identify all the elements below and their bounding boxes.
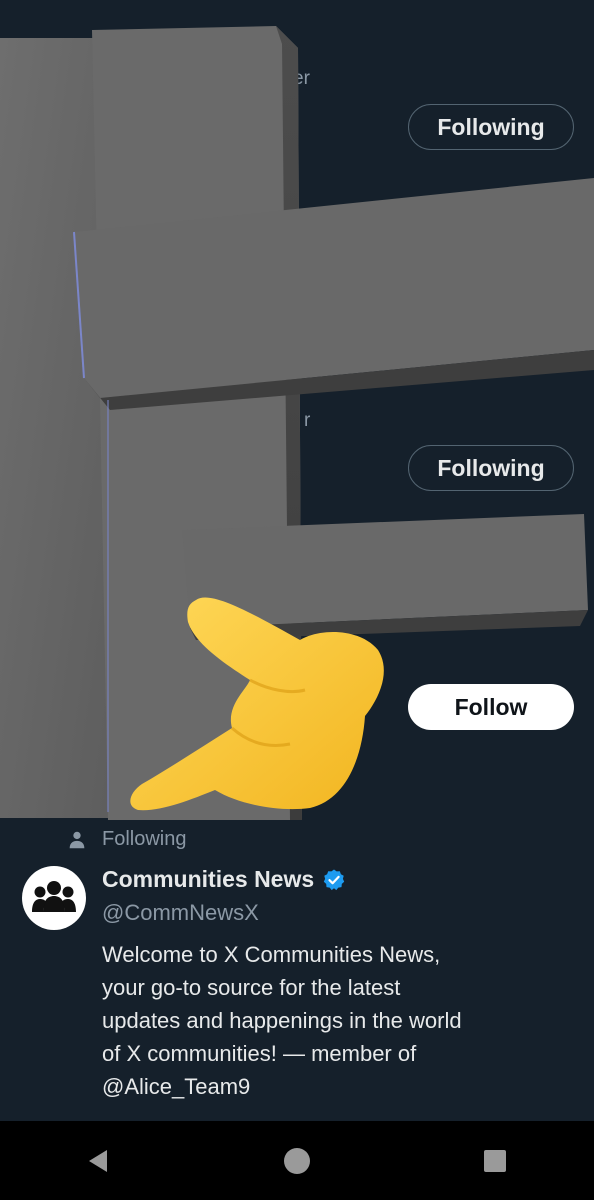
group-people-icon <box>32 881 76 912</box>
recents-square-icon <box>484 1149 506 1172</box>
screen: er Following r Following Follow Followin… <box>0 0 594 1200</box>
avatar[interactable] <box>22 866 86 930</box>
following-button[interactable]: Following <box>408 445 574 491</box>
social-context: Following <box>66 828 186 851</box>
list-item: er Following <box>0 0 594 200</box>
user-subtitle-fragment: r <box>304 410 311 431</box>
home-circle-icon <box>284 1147 310 1174</box>
user-handle[interactable]: @CommNewsX <box>102 900 259 926</box>
back-triangle-icon <box>89 1149 107 1172</box>
list-item: Follow <box>0 600 594 800</box>
back-button[interactable] <box>69 1131 129 1191</box>
following-button[interactable]: Following <box>408 104 574 150</box>
list-item: r Following <box>0 340 594 540</box>
person-icon <box>69 831 85 848</box>
card-name-row: Communities News <box>102 866 346 893</box>
user-bio: Welcome to X Communities News, your go-t… <box>102 942 462 1099</box>
social-context-label: Following <box>102 828 187 850</box>
follow-button[interactable]: Follow <box>408 684 574 730</box>
home-button[interactable] <box>267 1131 327 1191</box>
display-name[interactable]: Communities News <box>102 866 314 893</box>
user-subtitle-fragment: er <box>293 68 310 89</box>
recents-button[interactable] <box>465 1131 525 1191</box>
verified-badge-icon <box>323 869 345 890</box>
system-navigation-bar <box>0 1121 594 1200</box>
